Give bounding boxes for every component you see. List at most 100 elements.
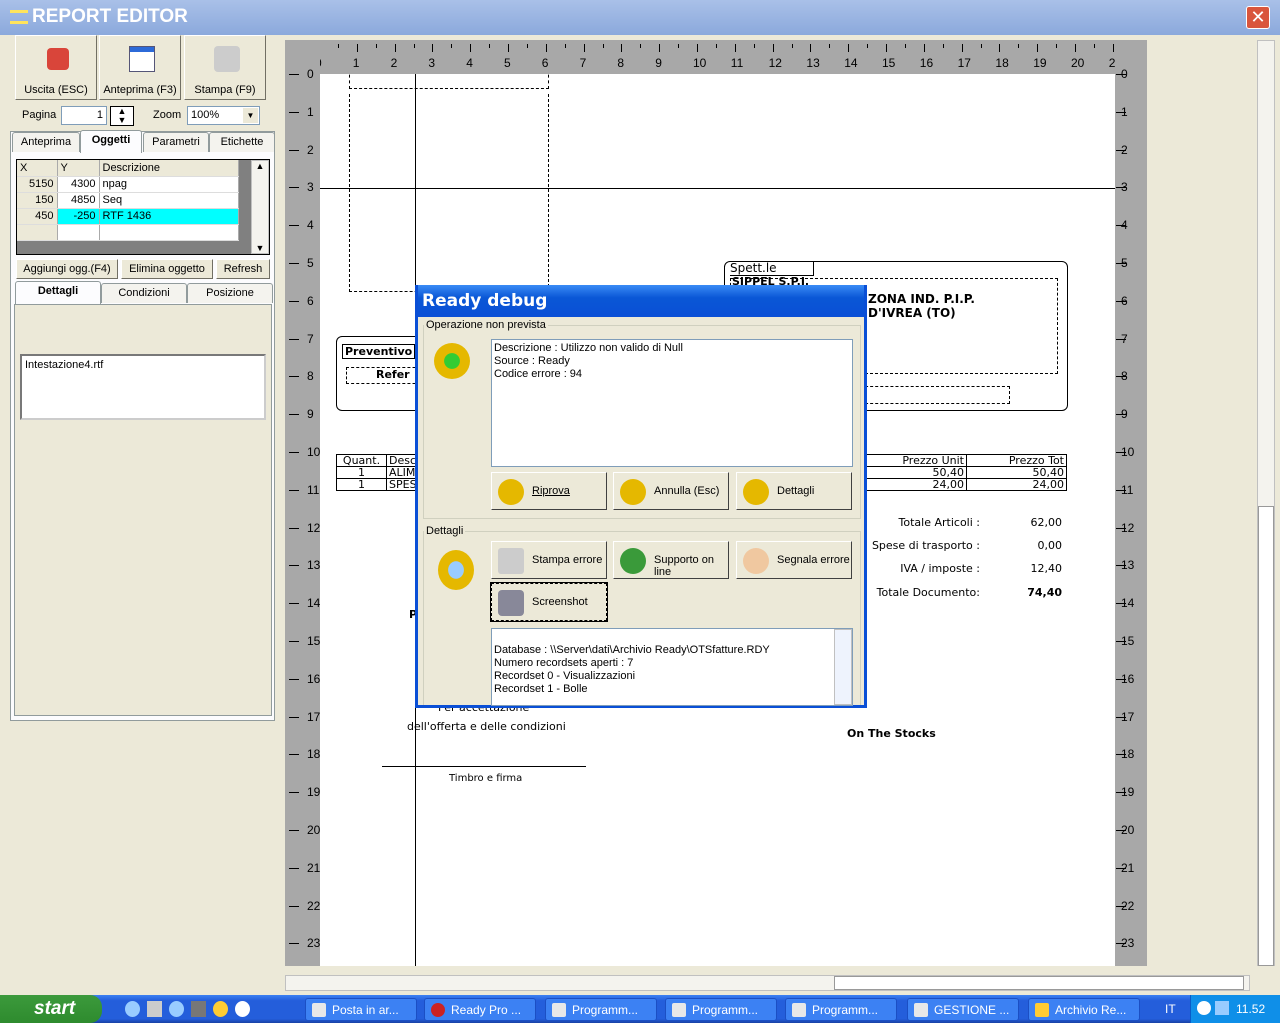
ruler-label: 12 — [307, 520, 321, 535]
page-input[interactable]: 1 — [61, 106, 107, 125]
delete-object-button[interactable]: Elimina oggetto — [121, 259, 213, 279]
debug-dialog: Ready debug Operazione non prevista Desc… — [415, 285, 867, 708]
col-x[interactable]: X — [17, 160, 58, 177]
scroll-thumb[interactable] — [1258, 506, 1274, 966]
objects-grid[interactable]: X Y Descrizione 5150 4300 npag 150 4850 Seq 45… — [16, 159, 270, 255]
tab-dettagli[interactable]: Dettagli — [15, 281, 101, 304]
tray-expand-icon[interactable] — [1197, 1001, 1211, 1015]
debug-details-text[interactable]: Database : \\Server\dati\Archivio Ready\… — [491, 628, 853, 706]
network-icon[interactable] — [1215, 1001, 1229, 1015]
close-button[interactable]: ✕ — [1246, 6, 1270, 29]
scroll-up-icon[interactable]: ▲ — [252, 161, 268, 171]
cell: 50,40 — [966, 466, 1067, 479]
task-programm-2[interactable]: Programm... — [665, 998, 777, 1021]
ruler-tick — [289, 376, 299, 378]
horizontal-scrollbar[interactable] — [285, 975, 1250, 991]
ruler-tick — [289, 641, 299, 642]
task-programm-1[interactable]: Programm... — [545, 998, 657, 1021]
start-button[interactable]: start — [0, 995, 102, 1023]
chevron-down-icon[interactable]: ▼ — [243, 108, 258, 123]
media-icon[interactable] — [235, 1001, 250, 1017]
window-title: REPORT EDITOR — [0, 0, 1280, 35]
error-line: Codice errore : 94 — [494, 368, 583, 380]
app-icon[interactable] — [191, 1001, 206, 1017]
ruler-tick — [289, 300, 299, 302]
ruler-label: 22 — [1121, 898, 1135, 913]
ruler-tick — [753, 44, 755, 48]
add-object-button[interactable]: Aggiungi ogg.(F4) — [16, 259, 118, 279]
outlook-icon[interactable] — [147, 1001, 162, 1017]
cell-y: -250 — [57, 208, 100, 225]
exit-button[interactable]: Uscita (ESC) — [15, 35, 97, 100]
retry-button[interactable]: Riprova — [491, 472, 607, 510]
ruler-label: 8 — [1121, 369, 1128, 384]
browser-icon[interactable] — [169, 1001, 184, 1017]
ie-icon[interactable] — [125, 1001, 140, 1017]
app-menu-icon[interactable] — [10, 10, 28, 24]
scroll-down-icon[interactable]: ▼ — [252, 243, 268, 253]
ruler-label: 12 — [1121, 520, 1135, 535]
ruler-tick — [961, 44, 963, 52]
ruler-tick — [470, 44, 472, 52]
support-button[interactable]: Supporto on line — [613, 541, 729, 579]
ruler-label: 19 — [1121, 785, 1135, 800]
task-programm-3[interactable]: Programm... — [785, 998, 897, 1021]
details-textbox[interactable]: Intestazione4.rtf — [20, 354, 266, 420]
table-row[interactable]: 150 4850 Seq — [17, 192, 239, 209]
cell-x: 5150 — [17, 176, 58, 193]
tab-anteprima[interactable]: Anteprima — [12, 132, 80, 152]
col-descrizione[interactable]: Descrizione — [99, 160, 239, 177]
tab-condizioni[interactable]: Condizioni — [101, 283, 187, 303]
cancel-button[interactable]: Annulla (Esc) — [613, 472, 729, 510]
right-ruler: 0 1 2 3 4 5 6 7 8 9 10 11 12 13 14 15 16 17 18 19 20 21 22 23 — [1115, 40, 1147, 966]
ruler-label: 7 — [307, 331, 314, 346]
ruler-label: 2 — [307, 142, 314, 157]
table-row[interactable]: 5150 4300 npag — [17, 176, 239, 193]
task-archivio[interactable]: Archivio Re... — [1028, 998, 1140, 1021]
ruler-label: 1 — [307, 104, 314, 119]
help-globe-icon — [620, 548, 646, 574]
preview-button[interactable]: Anteprima (F3) — [99, 35, 181, 100]
cell-desc: Seq — [99, 192, 239, 209]
col-y[interactable]: Y — [57, 160, 100, 177]
ruler-tick — [432, 44, 434, 52]
task-gestione[interactable]: GESTIONE ... — [907, 998, 1019, 1021]
tab-oggetti[interactable]: Oggetti — [80, 130, 142, 153]
th-tot: Prezzo Tot — [966, 454, 1067, 467]
table-row-selected[interactable]: 450 -250 RTF 1436 — [17, 208, 239, 225]
page-spinner[interactable]: ▲ ▼ — [110, 106, 134, 126]
ruler-label: 18 — [1121, 747, 1135, 762]
tab-etichette[interactable]: Etichette — [209, 132, 275, 152]
task-posta[interactable]: Posta in ar... — [305, 998, 417, 1021]
tab-posizione[interactable]: Posizione — [187, 283, 273, 303]
task-label: Programm... — [692, 1003, 759, 1017]
vertical-scrollbar[interactable] — [1257, 40, 1275, 966]
print-button[interactable]: Stampa (F9) — [184, 35, 266, 100]
total-value: 62,00 — [1030, 516, 1063, 529]
print-error-button[interactable]: Stampa errore — [491, 541, 607, 579]
ruler-tick — [289, 867, 299, 869]
ruler-tick — [413, 44, 415, 48]
user-icon — [743, 548, 769, 574]
ruler-label: 3 — [307, 180, 314, 195]
doc-preventivo: Preventivo — [342, 344, 416, 359]
task-ready-pro[interactable]: Ready Pro ... — [424, 998, 536, 1021]
details-button[interactable]: Dettagli — [736, 472, 852, 510]
details-scrollbar[interactable] — [834, 629, 852, 705]
error-description[interactable]: Descrizione : Utilizzo non valido di Nul… — [491, 339, 853, 467]
messenger-icon[interactable] — [213, 1001, 228, 1017]
scroll-thumb[interactable] — [834, 976, 1244, 990]
grid-scrollbar[interactable]: ▲ ▼ — [251, 160, 269, 254]
screenshot-label: Screenshot — [532, 596, 588, 608]
ruler-label: 20 — [1071, 56, 1085, 70]
ruler-label: 1 — [352, 56, 360, 70]
language-indicator[interactable]: IT — [1165, 1002, 1176, 1016]
screenshot-button[interactable]: Screenshot — [490, 582, 608, 622]
ruler-label: 8 — [617, 56, 625, 70]
refresh-button[interactable]: Refresh — [216, 259, 270, 279]
report-error-button[interactable]: Segnala errore — [736, 541, 852, 579]
zoom-select[interactable]: 100% ▼ — [187, 106, 260, 125]
ruler-tick — [289, 338, 299, 340]
task-label: Archivio Re... — [1055, 1003, 1127, 1017]
tab-parametri[interactable]: Parametri — [143, 132, 209, 152]
